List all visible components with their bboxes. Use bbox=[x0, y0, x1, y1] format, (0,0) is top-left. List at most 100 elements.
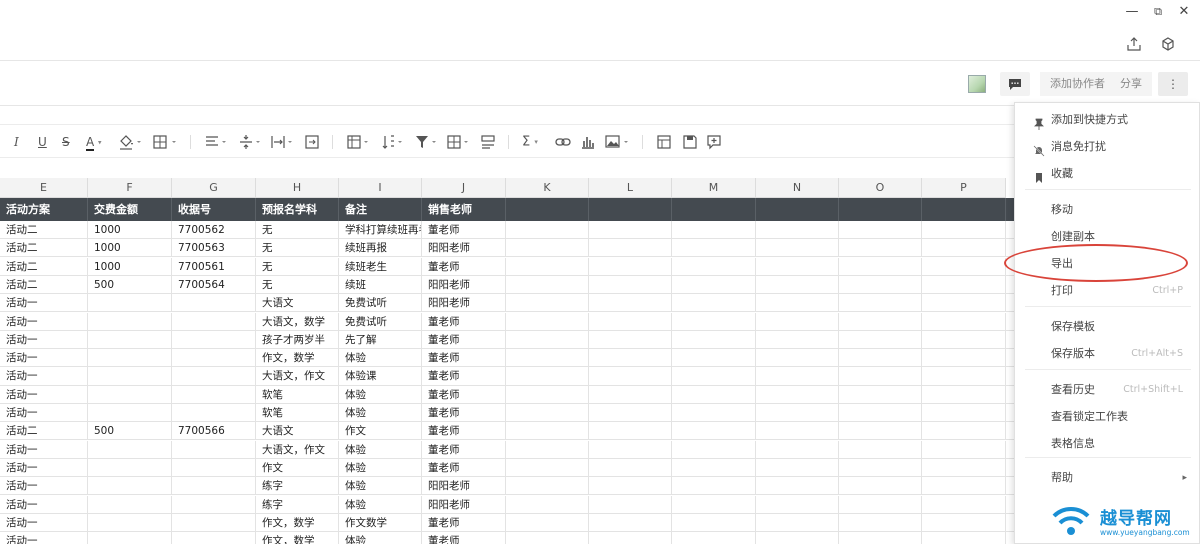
vertical-align-icon[interactable] bbox=[238, 133, 264, 151]
menu-item[interactable]: 查看历史 Ctrl+Shift+L bbox=[1015, 377, 1200, 403]
table-cell[interactable]: 董老师 bbox=[422, 513, 506, 532]
header-cell[interactable]: 备注 bbox=[339, 198, 422, 221]
table-cell[interactable] bbox=[756, 458, 839, 477]
header-cell[interactable] bbox=[672, 198, 756, 221]
column-header[interactable]: E bbox=[0, 178, 88, 198]
table-cell[interactable] bbox=[756, 275, 839, 294]
text-wrap-icon[interactable] bbox=[270, 133, 296, 151]
table-cell[interactable] bbox=[839, 330, 922, 349]
table-cell[interactable] bbox=[672, 294, 756, 313]
table-cell[interactable] bbox=[672, 221, 756, 239]
table-cell[interactable] bbox=[756, 257, 839, 276]
table-cell[interactable] bbox=[589, 477, 672, 496]
table-cell[interactable] bbox=[839, 294, 922, 313]
table-cell[interactable] bbox=[922, 477, 1006, 496]
table-cell[interactable] bbox=[506, 422, 589, 441]
table-cell[interactable] bbox=[756, 477, 839, 496]
share-button[interactable]: 分享 bbox=[1110, 72, 1152, 96]
table-cell[interactable] bbox=[589, 532, 672, 544]
sort-icon[interactable] bbox=[380, 133, 406, 151]
table-cell[interactable]: 练字 bbox=[256, 477, 339, 496]
menu-item[interactable]: 收藏 bbox=[1015, 161, 1200, 187]
table-cell[interactable] bbox=[672, 513, 756, 532]
table-cell[interactable]: 7700564 bbox=[172, 275, 256, 294]
table-cell[interactable] bbox=[922, 495, 1006, 514]
table-cell[interactable]: 活动一 bbox=[0, 458, 88, 477]
save-icon[interactable] bbox=[682, 133, 698, 151]
table-cell[interactable] bbox=[922, 312, 1006, 331]
freeze-icon[interactable] bbox=[446, 133, 472, 151]
table-cell[interactable]: 大语文 bbox=[256, 422, 339, 441]
table-cell[interactable] bbox=[922, 221, 1006, 239]
table-cell[interactable]: 1000 bbox=[88, 221, 172, 239]
table-cell[interactable] bbox=[922, 239, 1006, 258]
table-cell[interactable] bbox=[756, 221, 839, 239]
table-cell[interactable] bbox=[672, 349, 756, 368]
table-cell[interactable] bbox=[672, 385, 756, 404]
table-cell[interactable] bbox=[756, 532, 839, 544]
header-cell[interactable]: 交费金额 bbox=[88, 198, 172, 221]
row-height-icon[interactable] bbox=[480, 133, 496, 151]
column-header[interactable]: J bbox=[422, 178, 506, 198]
table-cell[interactable] bbox=[756, 422, 839, 441]
table-cell[interactable]: 活动一 bbox=[0, 513, 88, 532]
table-cell[interactable] bbox=[672, 440, 756, 459]
table-cell[interactable] bbox=[672, 257, 756, 276]
table-cell[interactable] bbox=[922, 385, 1006, 404]
table-cell[interactable] bbox=[172, 312, 256, 331]
column-header[interactable]: I bbox=[339, 178, 422, 198]
table-cell[interactable] bbox=[839, 477, 922, 496]
table-cell[interactable]: 学科打算续班再考虑 bbox=[339, 221, 422, 239]
menu-item[interactable]: 移动 bbox=[1015, 197, 1200, 223]
table-cell[interactable] bbox=[589, 404, 672, 422]
border-icon[interactable] bbox=[152, 133, 180, 151]
table-cell[interactable] bbox=[672, 367, 756, 386]
menu-item[interactable]: 查看锁定工作表 bbox=[1015, 404, 1200, 430]
table-cell[interactable]: 大语文 bbox=[256, 294, 339, 313]
table-cell[interactable]: 董老师 bbox=[422, 330, 506, 349]
table-cell[interactable] bbox=[839, 404, 922, 422]
menu-item[interactable]: 打印 Ctrl+P bbox=[1015, 278, 1200, 304]
table-cell[interactable]: 软笔 bbox=[256, 404, 339, 422]
table-cell[interactable]: 活动二 bbox=[0, 221, 88, 239]
table-cell[interactable] bbox=[589, 257, 672, 276]
comment-add-icon[interactable] bbox=[706, 133, 722, 151]
font-color-icon[interactable]: A ▾ bbox=[86, 133, 102, 151]
header-cell[interactable]: 预报名学科 bbox=[256, 198, 339, 221]
table-cell[interactable] bbox=[756, 367, 839, 386]
table-cell[interactable] bbox=[589, 367, 672, 386]
table-cell[interactable] bbox=[88, 495, 172, 514]
column-header[interactable]: O bbox=[839, 178, 922, 198]
table-cell[interactable] bbox=[506, 221, 589, 239]
table-cell[interactable]: 大语文，作文 bbox=[256, 440, 339, 459]
table-cell[interactable] bbox=[589, 495, 672, 514]
table-cell[interactable] bbox=[88, 404, 172, 422]
table-cell[interactable] bbox=[589, 275, 672, 294]
table-cell[interactable] bbox=[589, 330, 672, 349]
table-cell[interactable] bbox=[839, 458, 922, 477]
table-cell[interactable] bbox=[922, 513, 1006, 532]
table-cell[interactable] bbox=[506, 440, 589, 459]
add-collaborator-button[interactable]: 添加协作者 bbox=[1040, 72, 1115, 96]
table-cell[interactable] bbox=[506, 495, 589, 514]
strikethrough-icon[interactable]: S bbox=[62, 133, 70, 151]
insert-image-icon[interactable] bbox=[604, 133, 632, 151]
table-cell[interactable] bbox=[88, 532, 172, 544]
header-cell[interactable]: 销售老师 bbox=[422, 198, 506, 221]
header-cell[interactable] bbox=[506, 198, 589, 221]
table-cell[interactable] bbox=[922, 404, 1006, 422]
table-cell[interactable]: 董老师 bbox=[422, 440, 506, 459]
table-cell[interactable] bbox=[756, 349, 839, 368]
table-cell[interactable]: 500 bbox=[88, 422, 172, 441]
table-cell[interactable] bbox=[172, 294, 256, 313]
table-cell[interactable] bbox=[839, 513, 922, 532]
table-cell[interactable] bbox=[506, 349, 589, 368]
format-painter-icon[interactable] bbox=[656, 133, 672, 151]
table-cell[interactable]: 董老师 bbox=[422, 257, 506, 276]
table-cell[interactable]: 活动一 bbox=[0, 404, 88, 422]
table-cell[interactable] bbox=[839, 422, 922, 441]
table-cell[interactable] bbox=[756, 312, 839, 331]
menu-item[interactable]: 表格信息 bbox=[1015, 431, 1200, 457]
align-left-icon[interactable] bbox=[204, 133, 230, 151]
chart-icon[interactable] bbox=[580, 133, 596, 151]
